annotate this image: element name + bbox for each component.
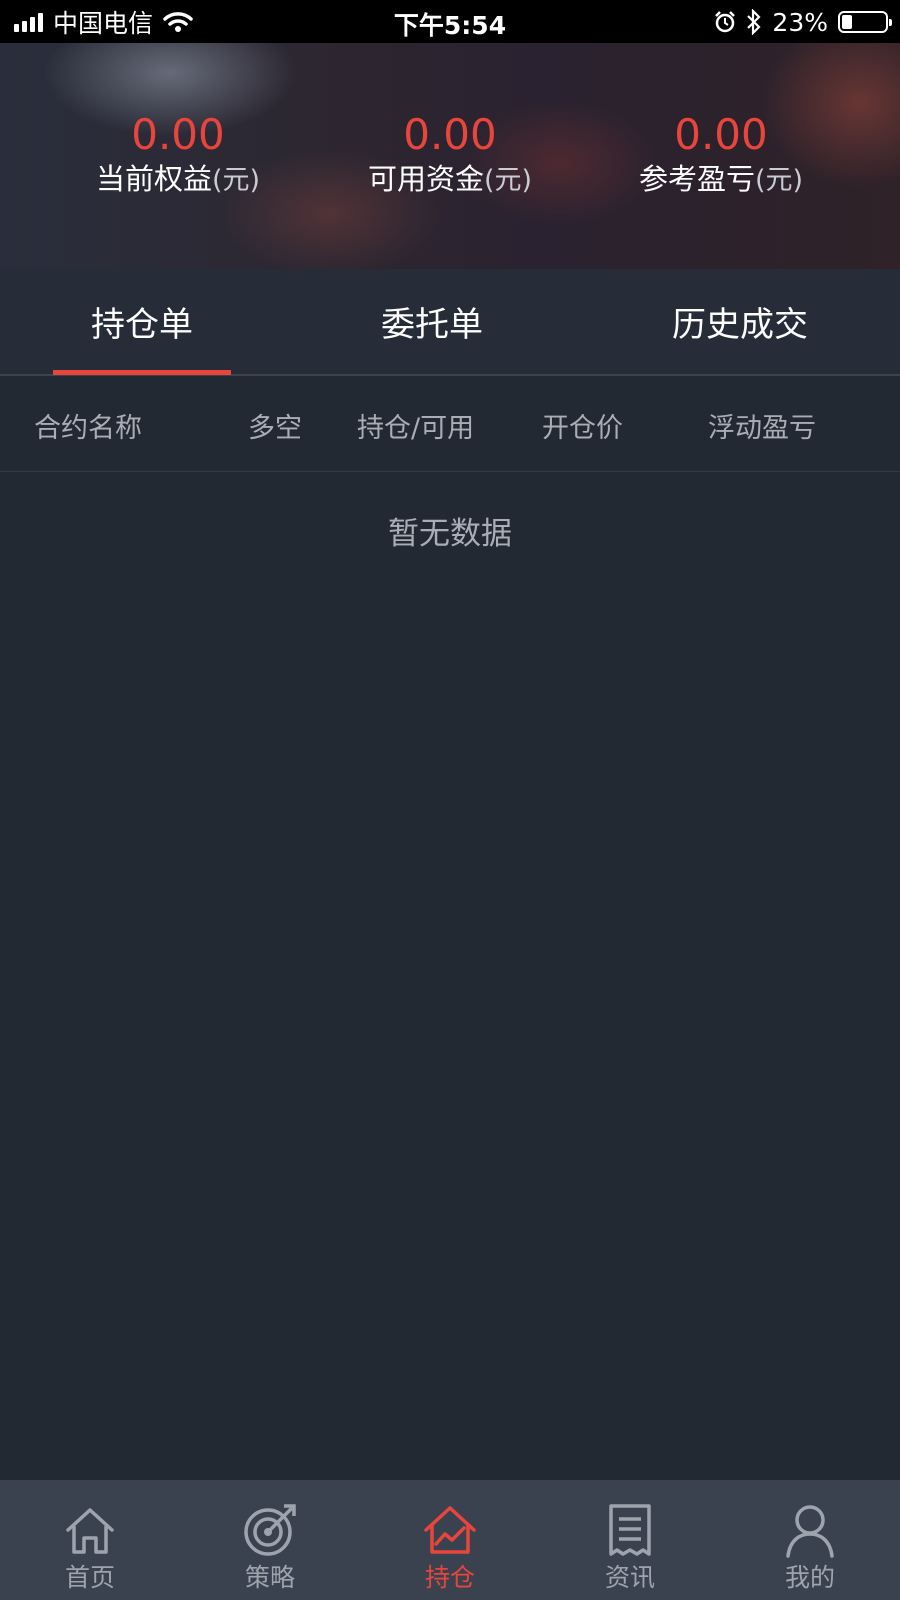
tab-orders[interactable]: 委托单 xyxy=(332,297,532,346)
nav-profile-label: 我的 xyxy=(784,1563,835,1592)
positions-table-header: 合约名称 多空 持仓/可用 开仓价 浮动盈亏 xyxy=(0,376,900,472)
available-funds-label: 可用资金(元) xyxy=(367,162,533,196)
order-tabs: 持仓单 委托单 历史成交 xyxy=(0,269,900,376)
status-right: 23% xyxy=(714,6,892,38)
battery-percent: 23% xyxy=(772,7,828,37)
nav-home[interactable]: 首页 xyxy=(0,1480,180,1600)
target-icon xyxy=(244,1504,296,1556)
tab-positions[interactable]: 持仓单 xyxy=(42,297,242,346)
available-funds-metric: 0.00 可用资金(元) xyxy=(300,111,600,201)
profile-icon xyxy=(786,1505,834,1558)
column-open-price: 开仓价 xyxy=(542,413,623,444)
column-floating-pnl: 浮动盈亏 xyxy=(708,413,816,444)
equity-label: 当前权益(元) xyxy=(95,162,261,196)
bluetooth-icon xyxy=(747,9,761,35)
nav-strategy-label: 策略 xyxy=(244,1563,295,1592)
pnl-metric: 0.00 参考盈亏(元) xyxy=(571,111,871,201)
tab-trade-history[interactable]: 历史成交 xyxy=(640,297,840,346)
column-direction: 多空 xyxy=(248,413,302,444)
column-contract-name: 合约名称 xyxy=(34,413,142,444)
equity-metric: 0.00 当前权益(元) xyxy=(28,111,328,201)
pnl-label: 参考盈亏(元) xyxy=(638,162,804,196)
equity-value: 0.00 xyxy=(131,110,225,159)
nav-profile[interactable]: 我的 xyxy=(720,1480,900,1600)
home-icon xyxy=(66,1508,114,1554)
nav-positions-label: 持仓 xyxy=(424,1563,475,1592)
news-icon xyxy=(609,1504,651,1556)
battery-icon xyxy=(838,11,892,33)
status-bar: 中国电信 下午5:54 23% xyxy=(0,0,900,43)
available-funds-value: 0.00 xyxy=(403,110,497,159)
nav-positions[interactable]: 持仓 xyxy=(360,1480,540,1600)
active-tab-indicator xyxy=(53,370,231,375)
alarm-icon xyxy=(715,11,736,33)
account-summary-banner: 0.00 当前权益(元) 0.00 可用资金(元) 0.00 参考盈亏(元) xyxy=(0,43,900,269)
pnl-value: 0.00 xyxy=(674,110,768,159)
empty-state-text: 暂无数据 xyxy=(388,516,512,552)
column-position-available: 持仓/可用 xyxy=(357,413,475,444)
position-chart-icon xyxy=(424,1506,476,1554)
bottom-navigation: 首页 策略 持仓 资讯 我的 xyxy=(0,1480,900,1600)
nav-strategy[interactable]: 策略 xyxy=(180,1480,360,1600)
nav-news-label: 资讯 xyxy=(604,1563,655,1592)
nav-home-label: 首页 xyxy=(64,1563,115,1592)
nav-news[interactable]: 资讯 xyxy=(540,1480,720,1600)
